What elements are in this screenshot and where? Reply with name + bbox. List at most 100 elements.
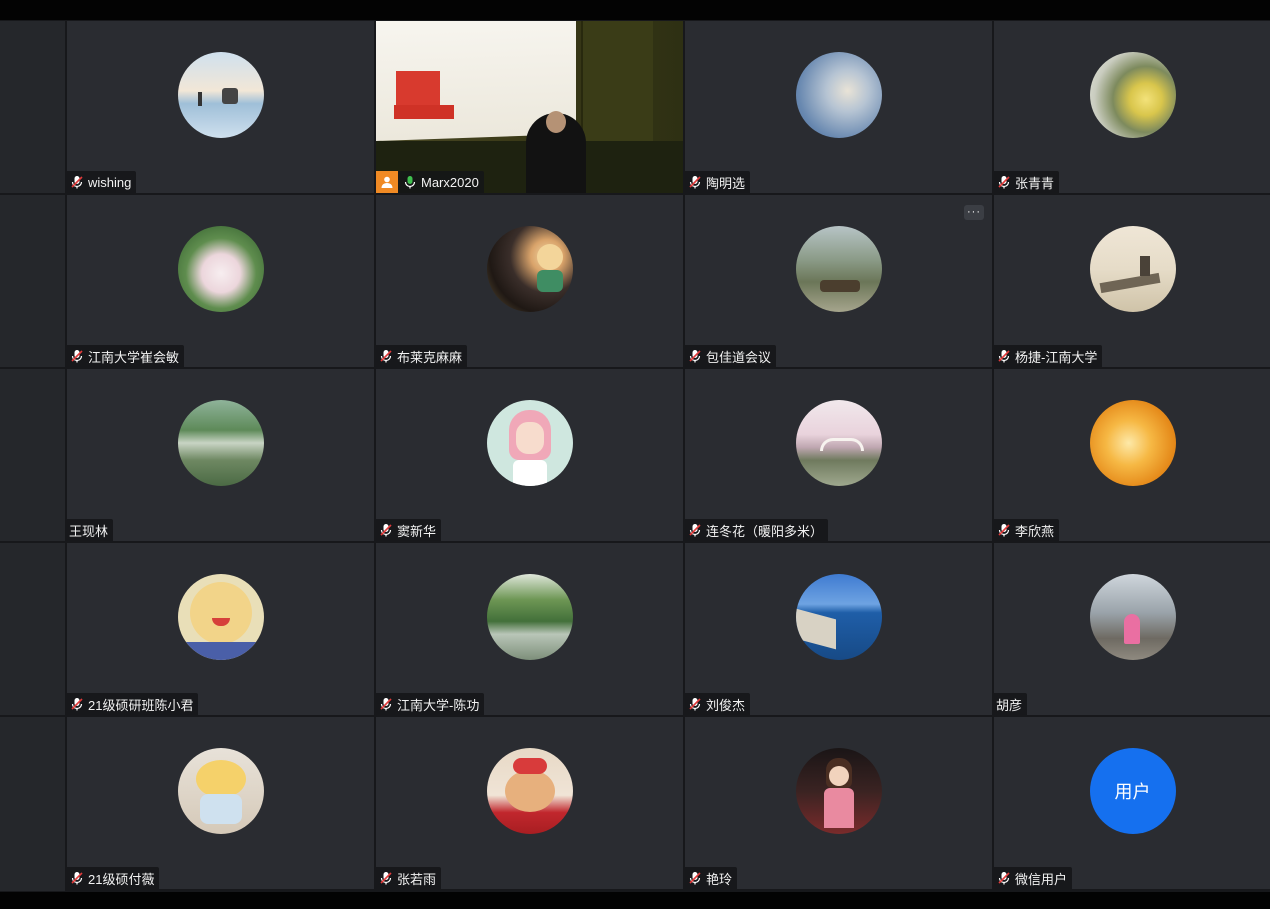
mic-muted-icon[interactable] (379, 523, 393, 537)
mic-muted-icon[interactable] (997, 871, 1011, 885)
mic-muted-icon[interactable] (379, 349, 393, 363)
nameplate: 江南大学-陈功 (376, 693, 485, 715)
nameplate: 微信用户 (994, 867, 1073, 889)
participant-name: 艳玲 (706, 871, 733, 887)
nameplate: 连冬花（暖阳多米） (685, 519, 829, 541)
participant-tile[interactable]: 陶明选 (685, 21, 992, 193)
mic-muted-icon[interactable] (688, 697, 702, 711)
participant-tile[interactable]: 江南大学崔会敏 (67, 195, 374, 367)
participant-name: 张若雨 (397, 871, 437, 887)
participant-name: 微信用户 (1015, 871, 1068, 887)
top-bar (0, 0, 1270, 20)
participant-name: 胡彦 (996, 697, 1023, 713)
avatar (795, 52, 882, 138)
participant-tile-active-speaker[interactable]: Marx2020 (376, 21, 683, 193)
participant-name: Marx2020 (421, 174, 479, 190)
participant-tile[interactable]: 刘俊杰 (685, 543, 992, 715)
mic-muted-icon[interactable] (70, 871, 84, 885)
avatar (486, 400, 573, 486)
avatar (795, 574, 882, 660)
nameplate: wishing (67, 171, 137, 193)
participant-tile[interactable]: 21级硕研班陈小君 (67, 543, 374, 715)
participant-tile[interactable]: 张青青 (994, 21, 1270, 193)
nameplate: 胡彦 (994, 693, 1028, 715)
nameplate: 窦新华 (376, 519, 442, 541)
nameplate: 张青青 (994, 171, 1060, 193)
participant-grid: wishing Marx2020 陶明选 张青青 江南大学崔会敏 布莱克麻麻 ·… (67, 21, 1270, 889)
nameplate: 布莱克麻麻 (376, 345, 468, 367)
participant-tile[interactable]: 连冬花（暖阳多米） (685, 369, 992, 541)
nameplate: 张若雨 (376, 867, 442, 889)
mic-active-icon[interactable] (403, 175, 417, 189)
participant-name: 江南大学-陈功 (397, 697, 480, 713)
mic-muted-icon[interactable] (70, 697, 84, 711)
avatar (1089, 574, 1176, 660)
participant-tile[interactable]: 布莱克麻麻 (376, 195, 683, 367)
participant-tile[interactable]: 艳玲 (685, 717, 992, 889)
mic-muted-icon[interactable] (688, 871, 702, 885)
participant-tile[interactable]: 窦新华 (376, 369, 683, 541)
mic-muted-icon[interactable] (70, 175, 84, 189)
avatar (1089, 52, 1176, 138)
mic-muted-icon[interactable] (688, 349, 702, 363)
participant-tile[interactable]: wishing (67, 21, 374, 193)
avatar-initials: 用户 (1089, 748, 1176, 834)
participant-name: wishing (88, 174, 132, 190)
participant-name: 布莱克麻麻 (397, 349, 463, 365)
participant-name: 21级硕研班陈小君 (88, 697, 194, 713)
nameplate: 刘俊杰 (685, 693, 751, 715)
avatar (795, 748, 882, 834)
participant-name: 连冬花（暖阳多米） (706, 523, 824, 539)
mic-muted-icon[interactable] (379, 871, 393, 885)
participant-tile[interactable]: 杨捷-江南大学 (994, 195, 1270, 367)
participant-name: 张青青 (1015, 175, 1055, 191)
avatar (795, 226, 882, 312)
participant-tile[interactable]: 江南大学-陈功 (376, 543, 683, 715)
nameplate: 王现林 (67, 519, 114, 541)
participant-name: 杨捷-江南大学 (1015, 349, 1098, 365)
more-options-button[interactable]: ··· (964, 205, 984, 220)
mic-muted-icon[interactable] (688, 523, 702, 537)
participant-tile[interactable]: 李欣燕 (994, 369, 1270, 541)
participant-tile[interactable]: 21级硕付薇 (67, 717, 374, 889)
avatar (486, 226, 573, 312)
nameplate: 21级硕研班陈小君 (67, 693, 199, 715)
mic-muted-icon[interactable] (688, 175, 702, 189)
avatar (795, 400, 882, 486)
participant-tile[interactable]: 胡彦 (994, 543, 1270, 715)
participant-name: 江南大学崔会敏 (88, 349, 180, 365)
participant-tile[interactable]: 张若雨 (376, 717, 683, 889)
bottom-bar (0, 892, 1270, 909)
nameplate: 李欣燕 (994, 519, 1060, 541)
nameplate: 艳玲 (685, 867, 738, 889)
avatar (177, 400, 264, 486)
avatar (177, 574, 264, 660)
left-strip (0, 21, 65, 891)
participant-name: 陶明选 (706, 175, 746, 191)
participant-name: 李欣燕 (1015, 523, 1055, 539)
participant-tile[interactable]: 王现林 (67, 369, 374, 541)
mic-muted-icon[interactable] (997, 349, 1011, 363)
mic-muted-icon[interactable] (997, 523, 1011, 537)
avatar (177, 226, 264, 312)
avatar (486, 748, 573, 834)
participant-tile[interactable]: 用户 微信用户 (994, 717, 1270, 889)
user-camera-icon[interactable] (376, 171, 398, 193)
avatar (1089, 400, 1176, 486)
participant-tile[interactable]: ··· 包佳道会议 (685, 195, 992, 367)
mic-muted-icon[interactable] (997, 175, 1011, 189)
participant-name: 包佳道会议 (706, 349, 772, 365)
participant-name: 21级硕付薇 (88, 871, 155, 887)
avatar (486, 574, 573, 660)
participant-name: 王现林 (69, 523, 109, 539)
avatar (1089, 226, 1176, 312)
participant-name: 窦新华 (397, 523, 437, 539)
nameplate: Marx2020 (376, 171, 484, 193)
video-feed (376, 21, 683, 193)
nameplate: 21级硕付薇 (67, 867, 160, 889)
nameplate: 陶明选 (685, 171, 751, 193)
avatar (177, 748, 264, 834)
nameplate: 杨捷-江南大学 (994, 345, 1103, 367)
mic-muted-icon[interactable] (70, 349, 84, 363)
mic-muted-icon[interactable] (379, 697, 393, 711)
